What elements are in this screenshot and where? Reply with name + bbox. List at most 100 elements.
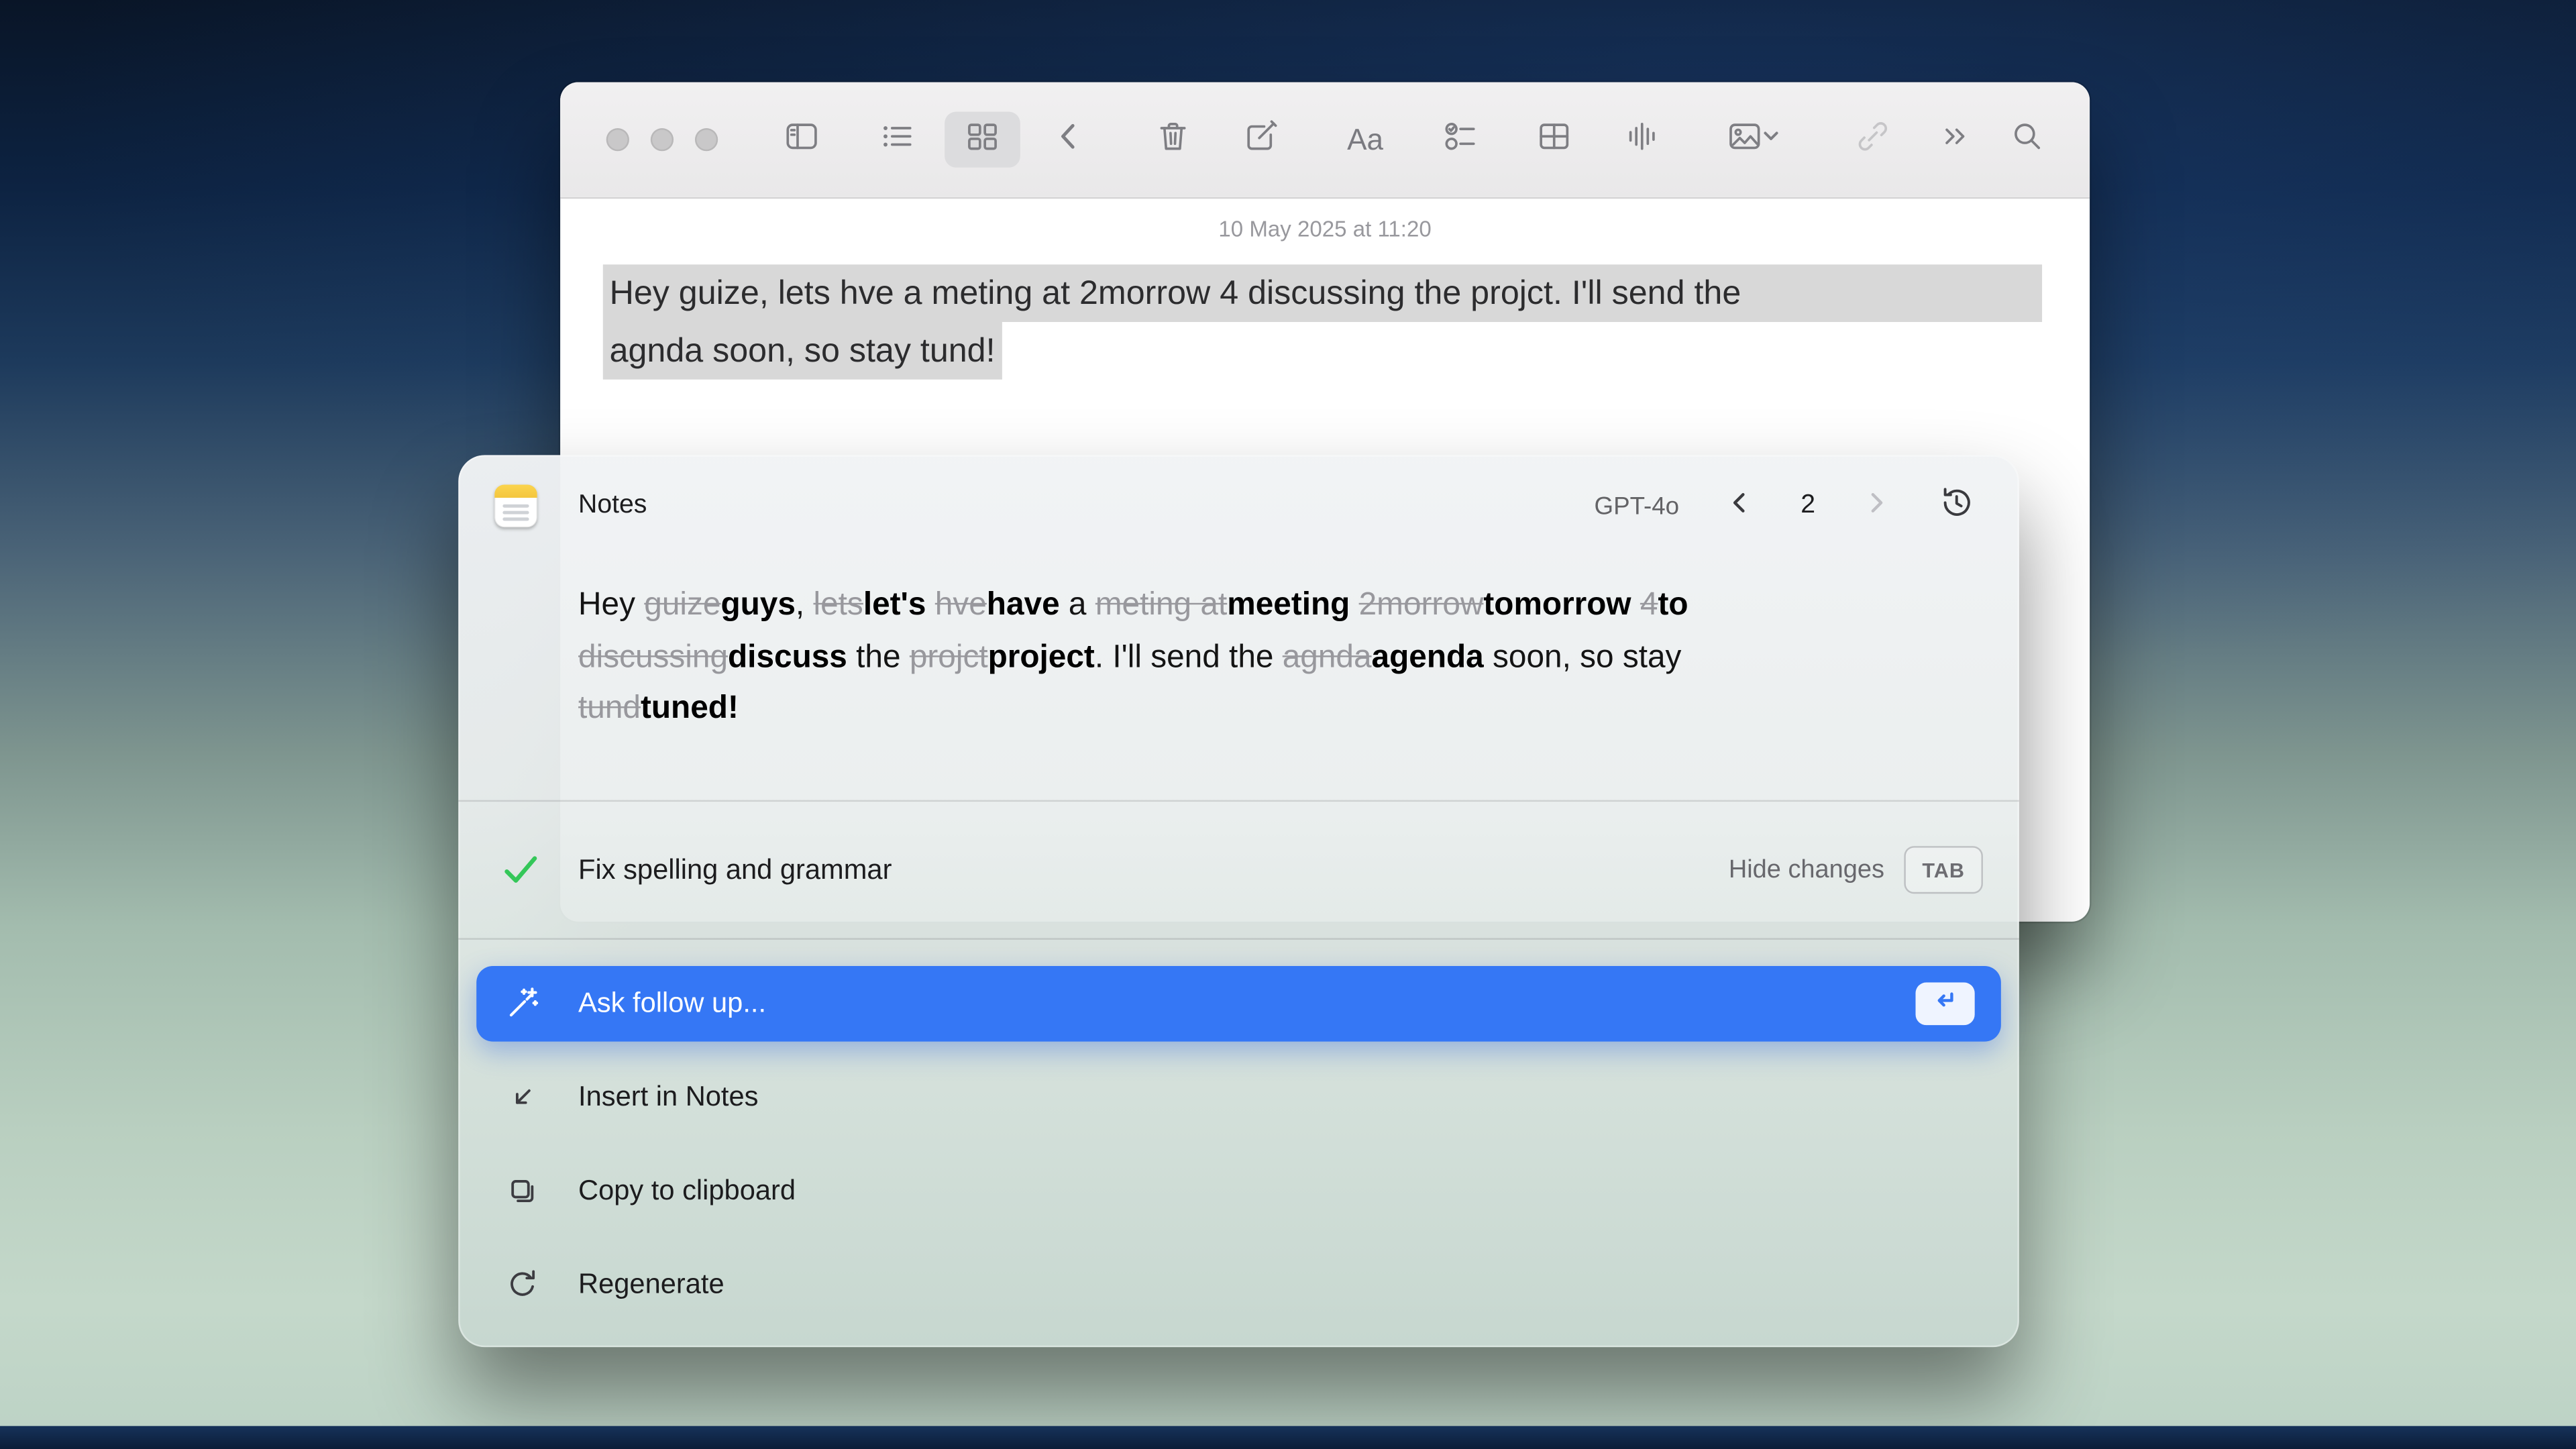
diff-segment: tuned! [641,690,739,727]
diff-segment [1631,586,1640,623]
photo-icon [1725,116,1764,164]
magic-wand-icon [504,985,541,1022]
text-format-icon: Aa [1347,122,1383,156]
diff-segment: a [1060,586,1095,623]
link-button[interactable] [1853,120,1892,160]
gallery-view-button[interactable] [963,120,1002,160]
diff-segment: agenda [1372,638,1484,674]
diff-segment: hve [935,586,987,623]
delete-note-button[interactable] [1153,120,1193,160]
regenerate-label: Regenerate [578,1242,724,1327]
diff-segment: soon, so stay [1484,638,1682,674]
result-page-number: 2 [1801,491,1815,521]
return-key-badge[interactable] [1916,982,1975,1025]
insert-arrow-icon [504,1079,541,1116]
diff-segment: have [987,586,1060,623]
close-window-button[interactable] [606,128,629,151]
hide-changes-label[interactable]: Hide changes [1729,855,1884,885]
diff-segment: guize [644,586,720,623]
history-button[interactable] [1937,486,1976,526]
new-note-button[interactable] [1242,120,1281,160]
minimize-window-button[interactable] [651,128,674,151]
tab-key-badge[interactable]: TAB [1904,846,1983,894]
trash-icon [1153,116,1193,164]
next-result-button[interactable] [1862,491,1891,521]
diff-segment [926,586,934,623]
assistant-header: Notes GPT-4o 2 [458,455,2019,557]
corrected-text-diff: Hey guizeguys, letslet's hvehave a metin… [578,580,1814,735]
copy-to-clipboard-label: Copy to clipboard [578,1148,796,1234]
chevron-left-icon [1050,116,1089,164]
insert-in-notes-row[interactable]: Insert in Notes [476,1055,2001,1140]
chevron-right-icon [1863,489,1889,523]
gallery-view-icon [963,116,1002,164]
back-button[interactable] [1050,120,1089,160]
divider [458,938,2019,939]
diff-segment: 4 [1640,586,1658,623]
waveform-icon [1623,116,1663,164]
diff-segment: Hey [578,586,644,623]
diff-segment: discussing [578,638,728,674]
diff-segment: meting at [1095,586,1227,623]
notes-toolbar: Aa [560,82,2090,199]
diff-segment: meeting [1227,586,1350,623]
chevron-down-icon [1761,125,1780,154]
diff-segment: , [796,586,814,623]
list-view-icon [877,116,917,164]
checkmark-icon [501,849,541,889]
diff-segment: tund [578,690,641,727]
history-icon [1937,482,1976,530]
copy-icon [504,1173,541,1210]
insert-media-button[interactable] [1725,120,1764,160]
diff-segment: project [988,638,1095,674]
insert-in-notes-label: Insert in Notes [578,1055,758,1140]
regenerate-row[interactable]: Regenerate [476,1242,2001,1327]
chevron-left-icon [1727,489,1753,523]
previous-result-button[interactable] [1725,491,1755,521]
copy-to-clipboard-row[interactable]: Copy to clipboard [476,1148,2001,1234]
audio-button[interactable] [1623,120,1663,160]
search-button[interactable] [2008,120,2047,160]
diff-segment: the [847,638,910,674]
diff-segment: guys [720,586,795,623]
sidebar-toggle-button[interactable] [782,120,822,160]
diff-segment: agnda [1283,638,1372,674]
diff-segment: 2morrow [1359,586,1484,623]
checklist-button[interactable] [1441,120,1481,160]
fix-spelling-row[interactable]: Fix spelling and grammar Hide changes TA… [458,802,2019,938]
note-text-line2: agnda soon, so stay tund! [603,322,1002,380]
compose-icon [1242,116,1281,164]
diff-segment: projct [910,638,988,674]
ask-follow-up-row[interactable]: Ask follow up... [476,966,2001,1042]
model-selector[interactable]: GPT-4o [1595,492,1680,520]
search-icon [2008,116,2047,164]
regenerate-icon [504,1267,541,1303]
return-key-icon [1929,983,1962,1024]
diff-segment: . I'll send the [1095,638,1283,674]
diff-segment: discuss [728,638,847,674]
table-icon [1534,116,1574,164]
note-text-line1: Hey guize, lets hve a meting at 2morrow … [603,264,2042,322]
table-button[interactable] [1534,120,1574,160]
diff-segment: let's [863,586,926,623]
more-toolbar-button[interactable] [1937,120,1976,160]
double-chevron-right-icon [1937,116,1976,164]
ask-follow-up-label: Ask follow up... [578,966,766,1042]
notes-app-icon [494,484,537,527]
assistant-app-name: Notes [578,455,647,557]
sidebar-icon [782,116,822,164]
diff-segment [1350,586,1358,623]
ai-assistant-panel: Notes GPT-4o 2 [458,455,2019,1347]
list-view-button[interactable] [877,120,917,160]
media-dropdown-button[interactable] [1761,129,1780,149]
desktop: Aa [0,0,2576,1449]
link-icon [1853,116,1892,164]
note-date: 10 May 2025 at 11:20 [560,217,2090,241]
checklist-icon [1441,116,1481,164]
diff-segment: to [1658,586,1688,623]
zoom-window-button[interactable] [695,128,718,151]
text-format-button[interactable]: Aa [1346,120,1385,160]
diff-segment: lets [813,586,863,623]
notes-app-icon-top [494,484,537,498]
note-body[interactable]: Hey guize, lets hve a meting at 2morrow … [603,264,2042,379]
